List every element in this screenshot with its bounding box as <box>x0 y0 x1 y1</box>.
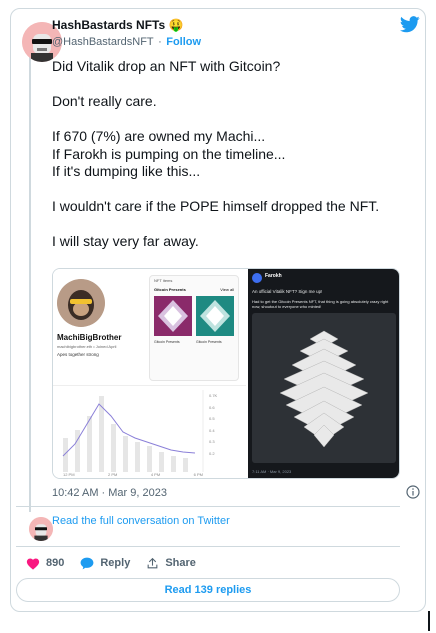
x-tick: 2 PM <box>108 472 118 477</box>
divider <box>16 546 400 547</box>
media-left-panel: MachiBigBrother machibigbrother.eth • Jo… <box>53 269 246 478</box>
share-button[interactable]: Share <box>146 557 196 570</box>
media-right-panel: Farokh An official Vitalik NFT? Sign me … <box>248 269 399 478</box>
author-handle[interactable]: @HashBastardsNFT <box>52 36 154 48</box>
collection-label: Gitcoin Presents <box>154 287 186 292</box>
nft-card-2-title: Gitcoin Presents <box>196 340 222 344</box>
tweet-line-4: I wouldn't care if the POPE himself drop… <box>52 198 380 214</box>
reply-bubble-icon <box>80 557 94 569</box>
farokh-text-1: An official Vitalik NFT? Sign me up! <box>252 289 323 294</box>
separator-dot: · <box>158 36 162 48</box>
tweet-text: Did Vitalik drop an NFT with Gitcoin? Do… <box>52 58 408 251</box>
screenshot-chart: 0.7K 0.6 0.5 0.4 0.3 0.2 12 PM 2 PM 4 PM… <box>53 385 246 478</box>
twitter-bird-icon[interactable] <box>400 16 420 38</box>
author-name[interactable]: HashBastards NFTs 🤑 <box>52 17 201 33</box>
x-tick: 6 PM <box>193 472 203 477</box>
share-icon <box>147 557 158 568</box>
x-tick: 4 PM <box>150 472 161 477</box>
y-tick: 0.7K <box>209 393 218 398</box>
profile-avatar <box>57 279 105 327</box>
nft-card-2-image <box>196 296 234 336</box>
like-count: 890 <box>46 557 65 569</box>
x-tick: 12 PM <box>63 472 75 477</box>
y-tick: 0.5 <box>209 416 215 421</box>
author-block: HashBastards NFTs 🤑 @HashBastardsNFT · F… <box>52 17 201 50</box>
reply-avatar[interactable] <box>29 517 53 541</box>
y-tick: 0.4 <box>209 427 215 433</box>
profile-handle: machibigbrother.eth • Joined April <box>57 344 117 349</box>
y-tick: 0.3 <box>209 439 215 444</box>
text-cursor-mark <box>428 611 430 631</box>
farokh-avatar <box>252 273 262 283</box>
avatar-image <box>29 517 53 541</box>
info-icon[interactable] <box>406 485 420 504</box>
farokh-name: Farokh <box>265 273 282 279</box>
heart-icon <box>26 558 40 570</box>
tweet-media[interactable]: MachiBigBrother machibigbrother.eth • Jo… <box>52 268 400 479</box>
nft-card-1-title: Gitcoin Presents <box>154 340 180 344</box>
divider <box>16 506 400 507</box>
like-button[interactable]: 890 <box>26 557 64 570</box>
farokh-text-2: Had to get the Gitcoin Presents NFT, tha… <box>252 299 389 309</box>
y-tick: 0.2 <box>209 450 215 456</box>
tweet-line-3: If 670 (7%) are owned my Machi... If Far… <box>52 128 286 179</box>
read-replies-button[interactable]: Read 139 replies <box>16 578 400 602</box>
tweet-line-1: Did Vitalik drop an NFT with Gitcoin? <box>52 58 281 74</box>
share-label: Share <box>165 557 196 569</box>
profile-bio: Apes together strong <box>57 352 99 357</box>
profile-name: MachiBigBrother <box>57 333 122 342</box>
nft-header: NFT items <box>154 278 173 283</box>
view-all-link: View all <box>220 287 234 292</box>
follow-link[interactable]: Follow <box>166 36 201 48</box>
tweet-timestamp[interactable]: 10:42 AM · Mar 9, 2023 <box>52 487 167 499</box>
chart-y-labels: 0.7K 0.6 0.5 0.4 0.3 0.2 <box>209 390 217 459</box>
read-conversation-link[interactable]: Read the full conversation on Twitter <box>52 515 230 527</box>
reply-label: Reply <box>100 557 131 569</box>
reply-button[interactable]: Reply <box>80 557 130 570</box>
chart-x-labels: 12 PM 2 PM 4 PM 6 PM <box>63 472 203 477</box>
tweet-line-2: Don't really care. <box>52 93 157 109</box>
action-bar: 890 Reply Share <box>16 554 196 572</box>
thread-line <box>29 56 31 512</box>
nft-items-box: NFT items Gitcoin Presents View all Gitc… <box>149 275 239 381</box>
tweet-line-5: I will stay very far away. <box>52 233 199 249</box>
nft-card-1-image <box>154 296 192 336</box>
y-tick: 0.6 <box>209 404 215 410</box>
nft-diamond-image <box>252 313 396 463</box>
farokh-footer: 7:11 AM · Mar 9, 2023 <box>252 469 292 474</box>
